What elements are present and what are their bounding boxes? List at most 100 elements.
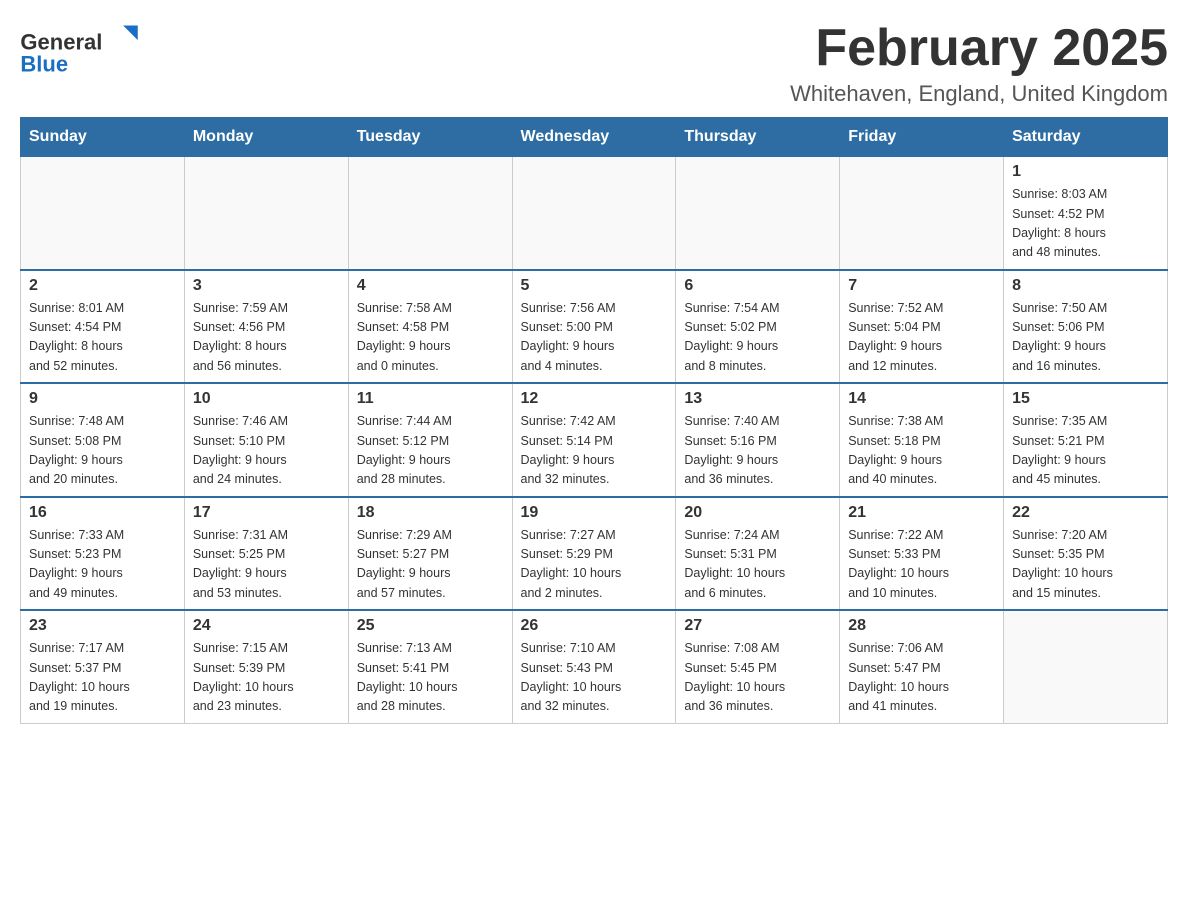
calendar-cell [512, 157, 676, 270]
calendar-cell: 27 Sunrise: 7:08 AM Sunset: 5:45 PM Dayli… [676, 610, 840, 723]
day-number: 2 [29, 277, 176, 295]
calendar-cell: 9 Sunrise: 7:48 AM Sunset: 5:08 PM Daylig… [21, 383, 185, 497]
day-info: Sunrise: 7:27 AM Sunset: 5:29 PM Dayligh… [521, 526, 668, 604]
calendar-week-4: 16 Sunrise: 7:33 AM Sunset: 5:23 PM Dayli… [21, 497, 1168, 611]
day-number: 13 [684, 390, 831, 408]
calendar-cell: 14 Sunrise: 7:38 AM Sunset: 5:18 PM Dayli… [840, 383, 1004, 497]
day-number: 5 [521, 277, 668, 295]
day-info: Sunrise: 7:10 AM Sunset: 5:43 PM Dayligh… [521, 639, 668, 717]
day-number: 24 [193, 617, 340, 635]
day-info: Sunrise: 7:42 AM Sunset: 5:14 PM Dayligh… [521, 412, 668, 490]
calendar-cell [184, 157, 348, 270]
day-info: Sunrise: 7:40 AM Sunset: 5:16 PM Dayligh… [684, 412, 831, 490]
day-number: 10 [193, 390, 340, 408]
day-number: 16 [29, 504, 176, 522]
calendar-cell [348, 157, 512, 270]
header-friday: Friday [840, 118, 1004, 157]
day-number: 21 [848, 504, 995, 522]
day-number: 25 [357, 617, 504, 635]
day-number: 11 [357, 390, 504, 408]
day-info: Sunrise: 7:08 AM Sunset: 5:45 PM Dayligh… [684, 639, 831, 717]
day-info: Sunrise: 7:38 AM Sunset: 5:18 PM Dayligh… [848, 412, 995, 490]
day-info: Sunrise: 8:01 AM Sunset: 4:54 PM Dayligh… [29, 299, 176, 377]
day-number: 17 [193, 504, 340, 522]
svg-text:Blue: Blue [20, 51, 68, 75]
calendar-cell: 12 Sunrise: 7:42 AM Sunset: 5:14 PM Dayli… [512, 383, 676, 497]
calendar-cell: 4Sunrise: 7:58 AM Sunset: 4:58 PM Daylig… [348, 270, 512, 384]
day-info: Sunrise: 7:13 AM Sunset: 5:41 PM Dayligh… [357, 639, 504, 717]
calendar-cell: 6 Sunrise: 7:54 AM Sunset: 5:02 PM Daylig… [676, 270, 840, 384]
day-info: Sunrise: 7:59 AM Sunset: 4:56 PM Dayligh… [193, 299, 340, 377]
day-info: Sunrise: 7:50 AM Sunset: 5:06 PM Dayligh… [1012, 299, 1159, 377]
day-info: Sunrise: 7:24 AM Sunset: 5:31 PM Dayligh… [684, 526, 831, 604]
calendar-cell: 28 Sunrise: 7:06 AM Sunset: 5:47 PM Dayli… [840, 610, 1004, 723]
day-number: 7 [848, 277, 995, 295]
calendar-cell: 16 Sunrise: 7:33 AM Sunset: 5:23 PM Dayli… [21, 497, 185, 611]
day-info: Sunrise: 7:48 AM Sunset: 5:08 PM Dayligh… [29, 412, 176, 490]
calendar-cell: 10 Sunrise: 7:46 AM Sunset: 5:10 PM Dayli… [184, 383, 348, 497]
day-info: Sunrise: 7:56 AM Sunset: 5:00 PM Dayligh… [521, 299, 668, 377]
day-number: 9 [29, 390, 176, 408]
page-header: General Blue February 2025 Whitehaven, E… [20, 20, 1168, 107]
calendar-cell: 2 Sunrise: 8:01 AM Sunset: 4:54 PM Daylig… [21, 270, 185, 384]
calendar-cell: 24 Sunrise: 7:15 AM Sunset: 5:39 PM Dayli… [184, 610, 348, 723]
day-number: 18 [357, 504, 504, 522]
calendar-week-1: 1 Sunrise: 8:03 AM Sunset: 4:52 PM Daylig… [21, 157, 1168, 270]
calendar-cell [676, 157, 840, 270]
calendar-cell: 22 Sunrise: 7:20 AM Sunset: 5:35 PM Dayli… [1004, 497, 1168, 611]
calendar-week-2: 2 Sunrise: 8:01 AM Sunset: 4:54 PM Daylig… [21, 270, 1168, 384]
calendar-cell [840, 157, 1004, 270]
day-info: Sunrise: 7:44 AM Sunset: 5:12 PM Dayligh… [357, 412, 504, 490]
day-info: Sunrise: 7:15 AM Sunset: 5:39 PM Dayligh… [193, 639, 340, 717]
calendar-cell: 20 Sunrise: 7:24 AM Sunset: 5:31 PM Dayli… [676, 497, 840, 611]
day-number: 15 [1012, 390, 1159, 408]
logo-svg: General Blue [20, 20, 140, 75]
calendar-cell: 8 Sunrise: 7:50 AM Sunset: 5:06 PM Daylig… [1004, 270, 1168, 384]
calendar-cell: 1 Sunrise: 8:03 AM Sunset: 4:52 PM Daylig… [1004, 157, 1168, 270]
day-number: 1 [1012, 163, 1159, 181]
day-info: Sunrise: 7:29 AM Sunset: 5:27 PM Dayligh… [357, 526, 504, 604]
day-number: 8 [1012, 277, 1159, 295]
header-saturday: Saturday [1004, 118, 1168, 157]
header-wednesday: Wednesday [512, 118, 676, 157]
calendar-week-3: 9 Sunrise: 7:48 AM Sunset: 5:08 PM Daylig… [21, 383, 1168, 497]
day-number: 12 [521, 390, 668, 408]
day-info: Sunrise: 7:52 AM Sunset: 5:04 PM Dayligh… [848, 299, 995, 377]
header-thursday: Thursday [676, 118, 840, 157]
calendar-cell: 21 Sunrise: 7:22 AM Sunset: 5:33 PM Dayli… [840, 497, 1004, 611]
title-block: February 2025 Whitehaven, England, Unite… [790, 20, 1168, 107]
day-number: 6 [684, 277, 831, 295]
day-number: 14 [848, 390, 995, 408]
calendar-cell: 5 Sunrise: 7:56 AM Sunset: 5:00 PM Daylig… [512, 270, 676, 384]
day-info: Sunrise: 7:06 AM Sunset: 5:47 PM Dayligh… [848, 639, 995, 717]
calendar-table: Sunday Monday Tuesday Wednesday Thursday… [20, 117, 1168, 724]
calendar-cell: 25 Sunrise: 7:13 AM Sunset: 5:41 PM Dayli… [348, 610, 512, 723]
day-number: 23 [29, 617, 176, 635]
calendar-cell: 3Sunrise: 7:59 AM Sunset: 4:56 PM Daylig… [184, 270, 348, 384]
calendar-title: February 2025 [790, 20, 1168, 77]
day-number: 20 [684, 504, 831, 522]
day-info: Sunrise: 7:33 AM Sunset: 5:23 PM Dayligh… [29, 526, 176, 604]
day-number: 19 [521, 504, 668, 522]
day-info: Sunrise: 7:31 AM Sunset: 5:25 PM Dayligh… [193, 526, 340, 604]
day-info: Sunrise: 7:22 AM Sunset: 5:33 PM Dayligh… [848, 526, 995, 604]
calendar-subtitle: Whitehaven, England, United Kingdom [790, 81, 1168, 107]
logo: General Blue [20, 20, 140, 75]
day-headers-row: Sunday Monday Tuesday Wednesday Thursday… [21, 118, 1168, 157]
header-tuesday: Tuesday [348, 118, 512, 157]
calendar-cell: 11 Sunrise: 7:44 AM Sunset: 5:12 PM Dayli… [348, 383, 512, 497]
day-number: 28 [848, 617, 995, 635]
day-info: Sunrise: 7:20 AM Sunset: 5:35 PM Dayligh… [1012, 526, 1159, 604]
header-monday: Monday [184, 118, 348, 157]
day-info: Sunrise: 7:54 AM Sunset: 5:02 PM Dayligh… [684, 299, 831, 377]
day-number: 26 [521, 617, 668, 635]
day-info: Sunrise: 7:17 AM Sunset: 5:37 PM Dayligh… [29, 639, 176, 717]
day-number: 4 [357, 277, 504, 295]
calendar-cell [21, 157, 185, 270]
day-info: Sunrise: 7:46 AM Sunset: 5:10 PM Dayligh… [193, 412, 340, 490]
day-info: Sunrise: 8:03 AM Sunset: 4:52 PM Dayligh… [1012, 185, 1159, 263]
calendar-cell: 23 Sunrise: 7:17 AM Sunset: 5:37 PM Dayli… [21, 610, 185, 723]
day-number: 27 [684, 617, 831, 635]
day-number: 22 [1012, 504, 1159, 522]
day-info: Sunrise: 7:35 AM Sunset: 5:21 PM Dayligh… [1012, 412, 1159, 490]
